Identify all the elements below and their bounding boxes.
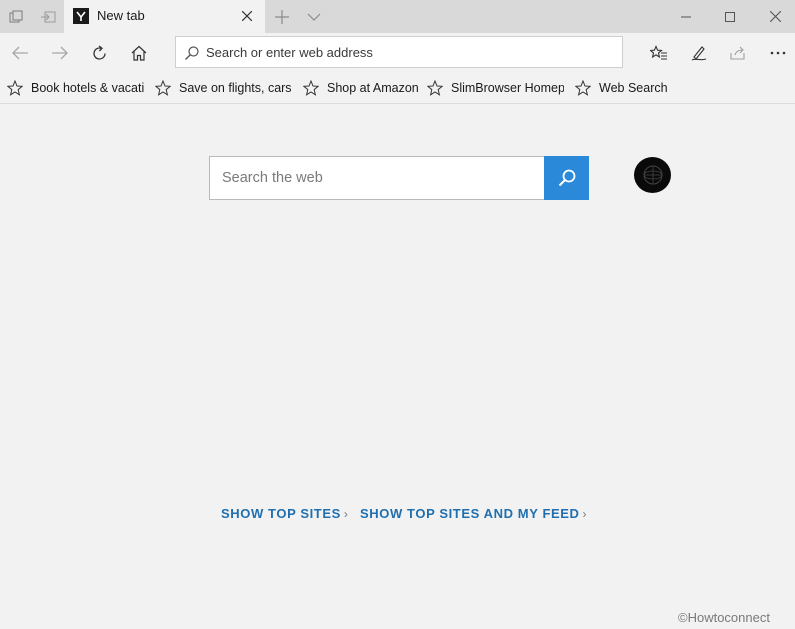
favorites-hub-icon[interactable] [640,35,678,71]
favorite-label: Save on flights, cars & [179,81,292,95]
tab-new-tab[interactable]: New tab [64,0,265,33]
chevron-down-icon[interactable] [300,0,328,33]
web-search-input[interactable]: Search the web [209,156,589,200]
show-top-sites-label: SHOW TOP SITES [221,506,341,521]
share-icon[interactable] [719,35,757,71]
favorite-label: Shop at Amazon [327,81,419,95]
show-top-sites-link[interactable]: SHOW TOP SITES › [221,506,349,521]
favorite-label: Book hotels & vacatic [31,81,144,95]
favorite-item[interactable]: Book hotels & vacatic [7,79,144,97]
search-placeholder: Search the web [222,170,323,186]
star-icon [155,80,171,96]
chevron-right-icon: › [343,506,349,521]
tab-title: New tab [97,8,145,23]
tab-preview-icon[interactable] [0,0,32,33]
star-icon [303,80,319,96]
search-button[interactable] [544,156,589,200]
more-menu-icon[interactable] [759,35,795,71]
forward-arrow-icon[interactable] [41,35,79,71]
favorites-bar: Book hotels & vacatic Save on flights, c… [0,72,795,104]
back-arrow-icon[interactable] [1,35,39,71]
address-bar[interactable]: Search or enter web address [175,36,623,68]
navigation-bar: Search or enter web address [0,33,795,72]
web-note-pen-icon[interactable] [680,35,718,71]
favorite-label: SlimBrowser Homepa [451,81,564,95]
new-tab-plus-icon[interactable] [268,0,296,33]
chevron-right-icon: › [582,506,588,521]
star-icon [575,80,591,96]
show-top-sites-and-feed-label: SHOW TOP SITES AND MY FEED [360,506,580,521]
refresh-icon[interactable] [80,35,118,71]
set-tabs-aside-icon[interactable] [32,0,64,33]
favorite-label: Web Search [599,81,668,95]
search-icon [185,46,199,60]
star-icon [7,80,23,96]
home-icon[interactable] [120,35,158,71]
avatar[interactable] [634,157,671,193]
minimize-icon[interactable] [663,0,709,33]
maximize-icon[interactable] [707,0,753,33]
globe-icon [643,165,662,185]
favorite-item[interactable]: Shop at Amazon [303,79,420,97]
close-window-icon[interactable] [752,0,795,33]
favorite-item[interactable]: SlimBrowser Homepa [427,79,564,97]
star-icon [427,80,443,96]
address-placeholder: Search or enter web address [206,45,373,60]
close-tab-icon[interactable] [238,7,256,25]
title-bar: New tab [0,0,795,33]
show-top-sites-and-feed-link[interactable]: SHOW TOP SITES AND MY FEED › [360,506,587,521]
favorite-item[interactable]: Web Search [575,79,675,97]
favorite-item[interactable]: Save on flights, cars & [155,79,292,97]
tab-favicon-icon [73,8,89,24]
search-icon [558,169,575,187]
watermark: ©Howtoconnect [678,610,770,625]
